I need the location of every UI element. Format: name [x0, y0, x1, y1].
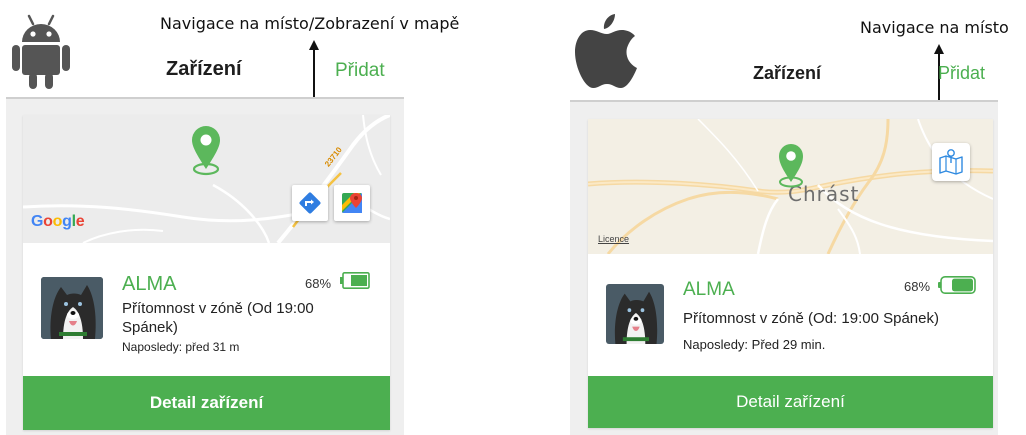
ios-add-button[interactable]: Přidat [938, 63, 985, 84]
husky-avatar [41, 277, 103, 339]
device-status: Přítomnost v zóně (Od: 19:00 Spánek) [683, 310, 939, 327]
google-maps-icon [342, 193, 362, 213]
device-name: ALMA [122, 273, 177, 295]
ios-caption: Navigace na místo [860, 18, 1009, 37]
map-navigation-icon [939, 149, 963, 175]
battery-icon [938, 276, 976, 299]
android-add-button[interactable]: Přidat [335, 60, 385, 82]
husky-avatar [606, 284, 664, 344]
ios-appbar-title: Zařízení [753, 63, 822, 83]
android-icon [10, 12, 72, 90]
device-detail-button[interactable]: Detail zařízení [588, 376, 993, 428]
apple-icon [575, 12, 639, 90]
device-last-seen: Naposledy: Před 29 min. [683, 337, 826, 352]
navigate-button[interactable] [292, 185, 328, 221]
device-last-seen: Naposledy: před 31 m [122, 340, 240, 354]
battery-percent: 68% [305, 276, 332, 291]
map-pin-icon [776, 143, 806, 189]
battery-icon [340, 272, 370, 294]
show-in-map-button[interactable] [334, 185, 370, 221]
android-device-card[interactable]: 23710 Google ALMA 68% Přítomnost v zóně … [23, 115, 390, 430]
device-avatar [41, 277, 103, 339]
android-panel: Navigace na místo/Zobrazení v mapě Zaříz… [0, 0, 459, 435]
android-caption-arrowhead [309, 40, 319, 50]
directions-icon [299, 192, 321, 214]
android-caption: Navigace na místo/Zobrazení v mapě [160, 14, 460, 33]
battery-percent: 68% [904, 279, 931, 294]
ios-caption-arrowhead [934, 44, 944, 54]
map-pin-icon [189, 125, 223, 177]
ios-map[interactable]: Chrást Licence [588, 119, 993, 254]
android-appbar-title: Zařízení [166, 58, 242, 80]
device-avatar [606, 284, 664, 344]
device-status: Přítomnost v zóně (Od 19:00 Spánek) [122, 300, 314, 336]
device-detail-button[interactable]: Detail zařízení [23, 376, 390, 430]
ios-navigate-button[interactable] [932, 143, 970, 181]
device-name: ALMA [683, 279, 735, 300]
ios-device-card[interactable]: Chrást Licence ALMA 68% Přítomnost v zón… [588, 119, 993, 428]
ios-panel: Navigace na místo Zařízení Přidat Chrást [560, 0, 1026, 435]
android-map[interactable]: 23710 Google [23, 115, 390, 243]
google-logo: Google [31, 213, 85, 230]
ios-map-licence-link[interactable]: Licence [598, 234, 629, 244]
